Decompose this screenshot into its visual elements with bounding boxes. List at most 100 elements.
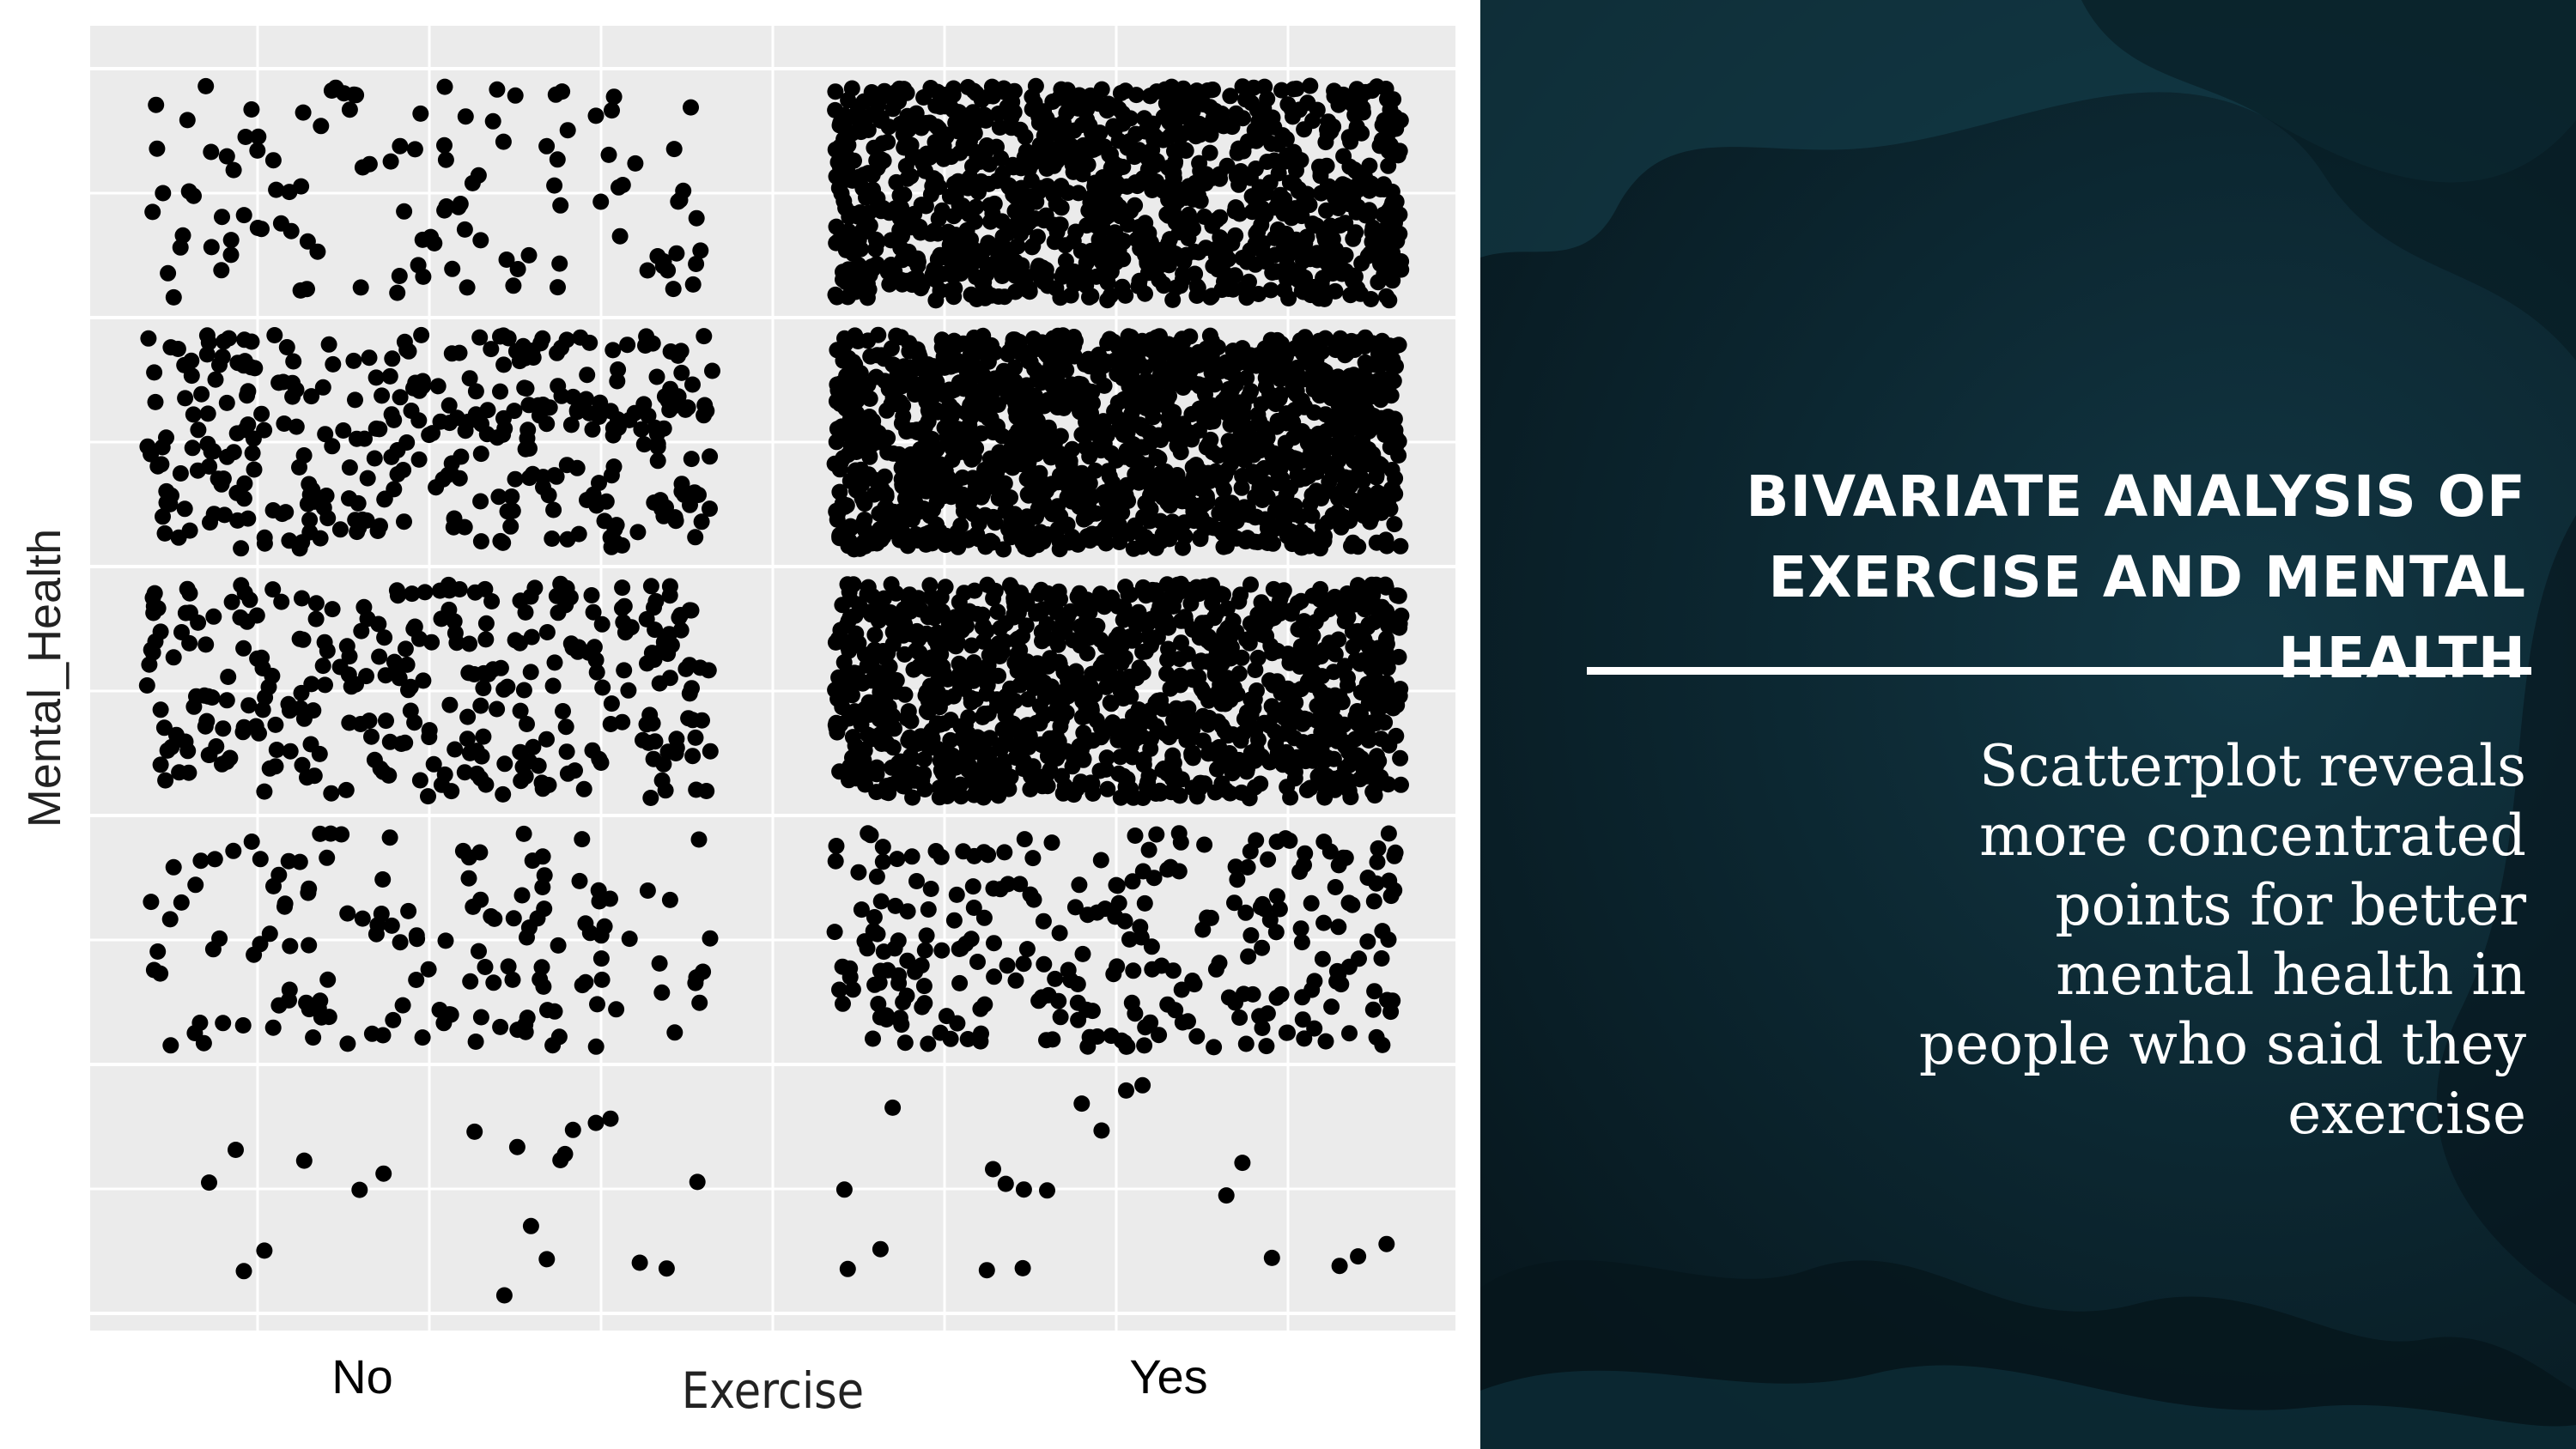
data-point [225,842,242,859]
data-point [587,107,605,124]
data-point [850,864,867,881]
data-point [546,654,563,671]
data-point [924,431,940,447]
data-point [517,1023,534,1040]
data-point [486,910,503,927]
data-point [477,631,495,648]
data-point [1092,729,1109,746]
slide-title: Bivariate Analysis of Exercise and Menta… [1746,464,2526,691]
data-point [1285,143,1303,161]
data-point [515,682,532,699]
data-point [204,689,221,706]
data-point [253,649,270,666]
data-point [1136,1037,1153,1054]
data-point [1306,1020,1323,1037]
data-point [551,255,568,272]
x-axis-title: Exercise [682,1361,864,1420]
data-point [552,1152,569,1168]
data-point [228,1142,244,1158]
data-point [1271,154,1288,171]
data-point [1127,1005,1144,1022]
data-point [513,773,530,790]
data-point [1030,529,1047,546]
data-point [1364,576,1380,593]
data-point [878,1011,895,1028]
data-point [1035,601,1052,618]
data-point [239,387,256,404]
data-point [999,346,1017,363]
data-point [1263,698,1280,715]
data-point [247,718,264,735]
data-point [211,930,228,947]
data-point [1009,663,1026,679]
data-point [916,751,933,767]
data-point [256,421,273,439]
data-point [1160,257,1177,274]
data-point [896,601,913,618]
data-point [1380,931,1397,949]
data-point [1108,98,1125,115]
data-point [1160,640,1176,658]
data-point [1323,998,1340,1016]
data-point [1007,283,1024,300]
data-point [1098,493,1115,510]
data-point [1263,610,1280,627]
scatterplot-svg: No Yes Exercise Mental_Health [19,26,1455,1420]
data-point [619,336,636,354]
data-point [902,748,920,765]
data-point [840,446,857,464]
data-point [235,640,252,657]
data-point [483,593,501,609]
data-point [1040,419,1057,436]
data-point [860,376,877,393]
data-point [197,77,215,94]
data-point [960,725,977,743]
data-point [577,973,594,991]
data-point [495,133,512,150]
data-point [1013,417,1030,434]
data-point [602,1110,619,1127]
data-point [921,577,939,594]
data-point [1382,439,1399,456]
data-point [146,585,163,602]
data-point [1291,532,1308,549]
data-point [1334,177,1351,194]
data-point [1121,668,1139,685]
data-point [235,1263,252,1280]
data-point [1071,876,1088,894]
data-point [253,221,270,238]
data-point [205,608,222,625]
data-point [1079,156,1097,173]
data-point [1136,110,1153,127]
data-point [376,490,393,507]
data-point [1137,494,1154,512]
data-point [879,429,896,446]
data-point [492,383,508,400]
data-point [414,1029,431,1046]
data-point [1388,358,1404,375]
data-point [368,369,385,386]
data-point [1176,700,1194,718]
data-point [1143,938,1160,955]
data-point [661,587,678,604]
data-point [1326,88,1343,105]
data-point [249,142,266,159]
data-point [1158,206,1176,223]
data-point [677,660,695,677]
data-point [854,673,870,690]
data-point [689,1173,706,1191]
data-point [440,601,458,618]
slide-body-text: Scatterplot reveals more concentrated po… [1918,733,2526,1147]
data-point [1392,749,1409,767]
data-point [1345,230,1362,247]
data-point [865,419,882,436]
data-point [614,579,631,597]
data-point [438,198,455,215]
data-point [1135,756,1152,773]
data-point [1241,273,1257,290]
data-point [1330,631,1347,648]
data-point [489,700,506,718]
data-point [1015,761,1032,778]
data-point [989,418,1005,435]
data-point [1393,776,1409,793]
